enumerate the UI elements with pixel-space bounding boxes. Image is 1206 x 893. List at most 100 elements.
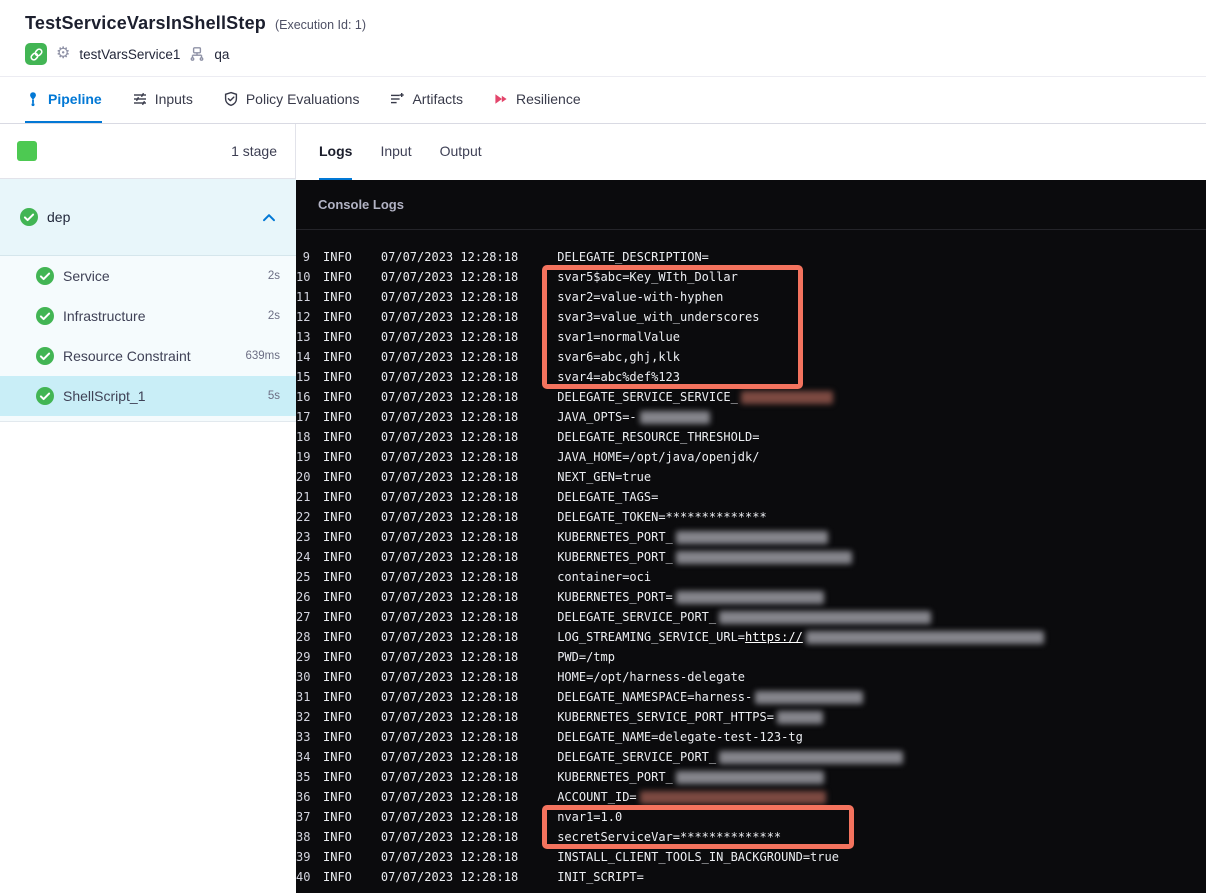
service-name[interactable]: testVarsService1 [79,47,180,62]
log-line: 28 INFO 07/07/2023 12:28:18 LOG_STREAMING_S… [296,627,1206,647]
log-line: 17 INFO 07/07/2023 12:28:18 JAVA_OPTS=- [296,407,1206,427]
log-timestamp: 07/07/2023 12:28:18 [380,790,519,804]
execution-tab-bar: Pipeline Inputs Policy Evaluations Artifact… [0,77,1206,124]
log-level: INFO [323,770,352,784]
log-level: INFO [323,810,352,824]
log-message: KUBERNETES_PORT= [557,590,824,604]
log-level: INFO [323,550,352,564]
log-line: 19 INFO 07/07/2023 12:28:18 JAVA_HOME=/opt/… [296,447,1206,467]
log-level: INFO [323,730,352,744]
tab-policy-evaluations[interactable]: Policy Evaluations [223,77,359,123]
sidebar-step-resource-constraint[interactable]: Resource Constraint 639ms [0,336,296,376]
sidebar-step-shellscript-1[interactable]: ShellScript_1 5s [0,376,296,416]
log-message-text: JAVA_HOME=/opt/java/openjdk/ [557,450,760,464]
log-line-number: 40 [296,870,311,884]
tab-artifacts[interactable]: Artifacts [389,77,463,123]
log-tab-input[interactable]: Input [380,124,411,180]
log-message: KUBERNETES_SERVICE_PORT_HTTPS= [557,710,823,724]
log-tab-output[interactable]: Output [440,124,482,180]
log-line: 29 INFO 07/07/2023 12:28:18 PWD=/tmp [296,647,1206,667]
log-line-number: 39 [296,850,311,864]
chevron-up-icon[interactable] [262,213,276,222]
log-message-text: ACCOUNT_ID= [557,790,637,804]
tab-resilience[interactable]: Resilience [493,77,581,123]
log-timestamp: 07/07/2023 12:28:18 [380,390,519,404]
log-level: INFO [323,870,352,884]
log-message-text: LOG_STREAMING_SERVICE_URL= [557,630,746,644]
stage-sidebar: 1 stage dep Service 2s Infrastructure 2s Res… [0,124,296,893]
redacted-value [675,590,824,604]
log-level: INFO [323,330,352,344]
log-timestamp: 07/07/2023 12:28:18 [380,410,519,424]
log-message-text: svar5$abc=Key_WIth_Dollar [557,270,738,284]
log-tab-bar: Logs Input Output [296,124,1206,180]
log-message: LOG_STREAMING_SERVICE_URL= https:// [557,630,1044,644]
log-message: container=oci [557,570,651,584]
log-level: INFO [323,470,352,484]
log-timestamp: 07/07/2023 12:28:18 [380,870,519,884]
log-message: DELEGATE_SERVICE_PORT_ [557,750,904,764]
log-message: DELEGATE_TOKEN=************** [557,510,767,524]
log-line-number: 32 [296,710,311,724]
log-message-text: svar4=abc%def%123 [557,370,681,384]
redacted-value [639,410,710,424]
log-timestamp: 07/07/2023 12:28:18 [380,630,519,644]
redacted-value [740,390,833,404]
log-tab-logs[interactable]: Logs [319,124,353,180]
tab-inputs[interactable]: Inputs [132,77,193,123]
log-line-number: 23 [296,530,311,544]
tab-label: Resilience [516,91,581,107]
log-line: 18 INFO 07/07/2023 12:28:18 DELEGATE_RESOUR… [296,427,1206,447]
environment-name[interactable]: qa [214,47,229,62]
sidebar-step-infrastructure[interactable]: Infrastructure 2s [0,296,296,336]
log-timestamp: 07/07/2023 12:28:18 [380,830,519,844]
log-message: INIT_SCRIPT= [557,870,644,884]
step-duration: 2s [267,310,280,322]
log-message: DELEGATE_NAME=delegate-test-123-tg [557,730,803,744]
check-circle-icon [36,347,54,365]
log-message-text: DELEGATE_DESCRIPTION= [557,250,709,264]
step-list: Service 2s Infrastructure 2s Resource Constr… [0,256,296,422]
log-line: 39 INFO 07/07/2023 12:28:18 INSTALL_CLIENT_… [296,847,1206,867]
log-level: INFO [323,270,352,284]
log-message-text: JAVA_OPTS=- [557,410,637,424]
inputs-icon [132,91,148,107]
log-level: INFO [323,630,352,644]
check-circle-icon [36,307,54,325]
log-level: INFO [323,530,352,544]
stage-group-row[interactable]: dep [0,179,296,256]
stage-minimap-row: 1 stage [0,124,296,179]
log-timestamp: 07/07/2023 12:28:18 [380,350,519,364]
sidebar-step-service[interactable]: Service 2s [0,256,296,296]
policy-evaluations-icon [223,91,239,107]
log-message: secretServiceVar=************** [557,830,781,844]
log-level: INFO [323,350,352,364]
log-level: INFO [323,490,352,504]
resilience-icon [493,91,509,107]
log-message-text: KUBERNETES_SERVICE_PORT_HTTPS= [557,710,774,724]
log-level: INFO [323,590,352,604]
log-message-text: container=oci [557,570,652,584]
log-link[interactable]: https:// [745,630,803,644]
redacted-value [776,710,823,724]
log-level: INFO [323,450,352,464]
tab-label: Inputs [154,91,193,107]
log-level: INFO [323,750,352,764]
redacted-value [675,770,824,784]
log-line: 21 INFO 07/07/2023 12:28:18 DELEGATE_TAGS= [296,487,1206,507]
log-tab-label: Input [380,143,412,159]
log-message-text: svar1=normalValue [557,330,681,344]
log-message: KUBERNETES_PORT_ [557,530,828,544]
tab-label: Pipeline [48,91,102,107]
stage-status-square[interactable] [17,141,37,161]
tab-pipeline[interactable]: Pipeline [25,77,102,123]
log-line-number: 10 [296,270,311,284]
log-timestamp: 07/07/2023 12:28:18 [380,810,519,824]
log-line-number: 26 [296,590,311,604]
log-timestamp: 07/07/2023 12:28:18 [380,430,519,444]
log-message: PWD=/tmp [557,650,615,664]
log-panel: Logs Input Output Console Logs 9 INFO 07/07/… [296,124,1206,893]
log-tab-label: Output [439,143,482,159]
log-message-text: NEXT_GEN=true [557,470,652,484]
log-timestamp: 07/07/2023 12:28:18 [380,850,519,864]
